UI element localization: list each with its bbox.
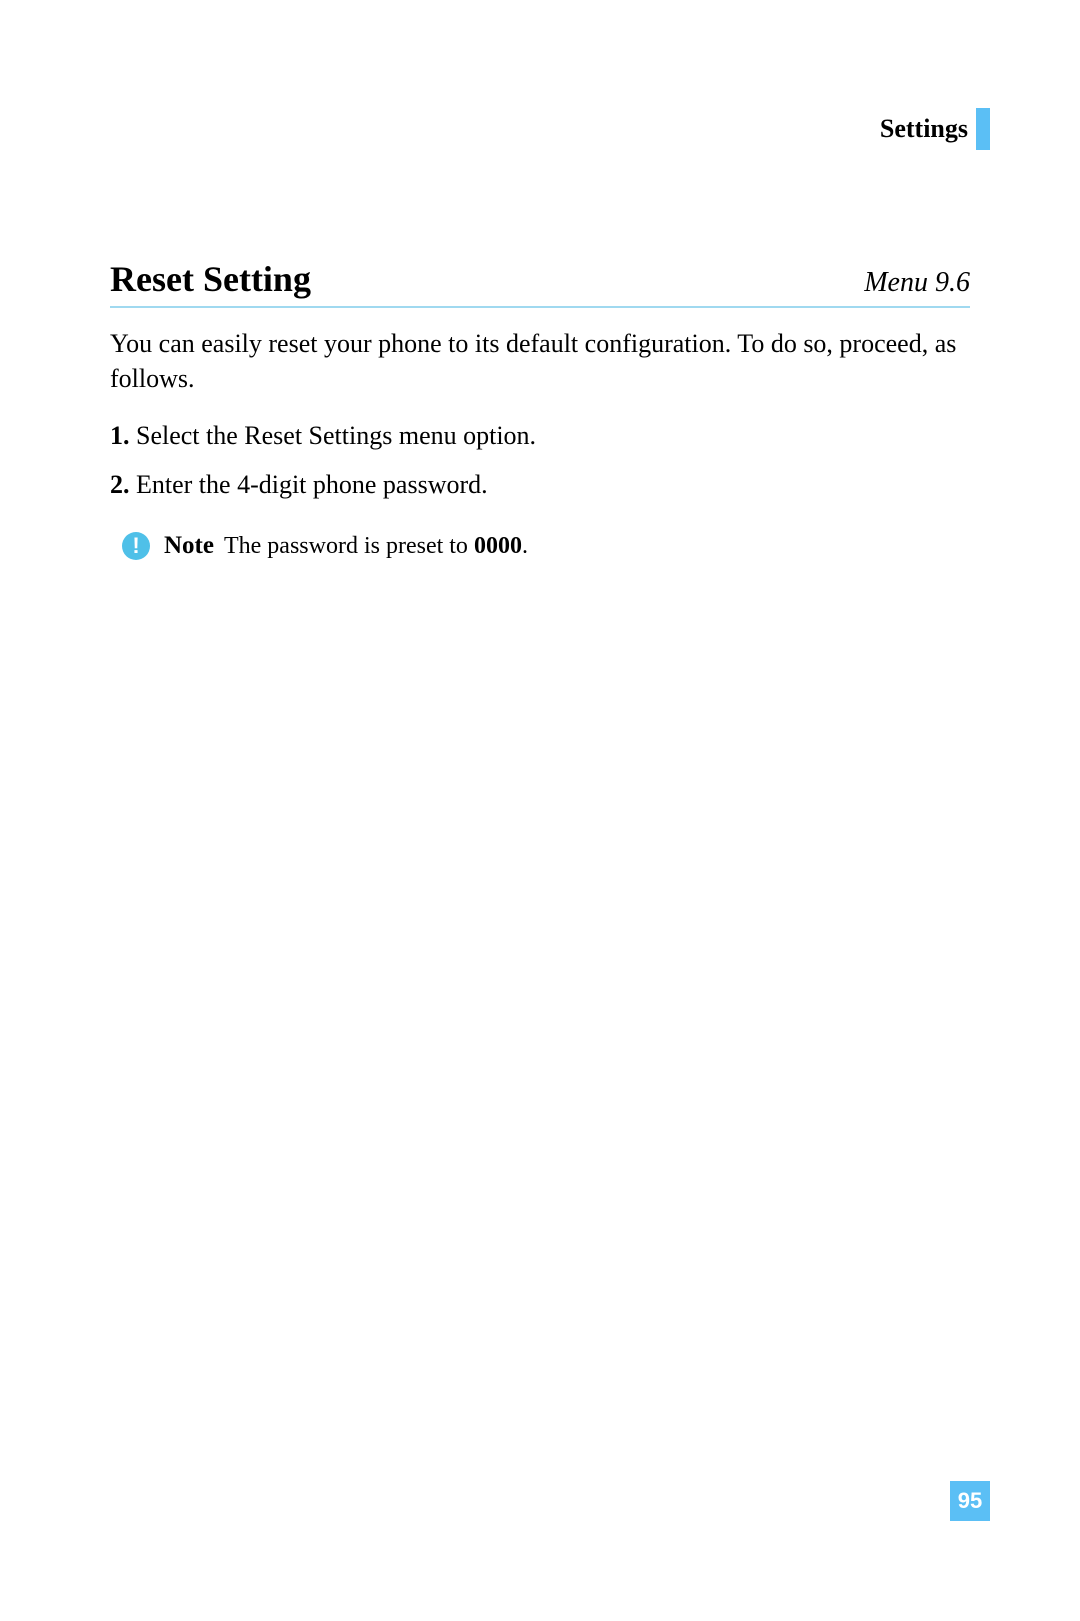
note-row: ! Note The password is preset to 0000. xyxy=(122,532,970,560)
header-accent-bar xyxy=(976,108,990,150)
page-number: 95 xyxy=(950,1481,990,1521)
main-content: Reset Setting Menu 9.6 You can easily re… xyxy=(110,258,970,560)
step-text: Enter the 4-digit phone password. xyxy=(136,470,488,499)
note-text: The password is preset to 0000. xyxy=(224,533,528,560)
alert-icon: ! xyxy=(122,532,150,560)
note-prefix: The password is preset to xyxy=(224,533,474,559)
title-row: Reset Setting Menu 9.6 xyxy=(110,258,970,308)
step-item: 1. Select the Reset Settings menu option… xyxy=(110,418,970,453)
note-bold: 0000 xyxy=(474,533,522,559)
header-label: Settings xyxy=(880,114,968,144)
step-number: 2. xyxy=(110,470,130,499)
step-number: 1. xyxy=(110,421,130,450)
menu-label: Menu 9.6 xyxy=(864,267,970,299)
steps-list: 1. Select the Reset Settings menu option… xyxy=(110,418,970,502)
section-title: Reset Setting xyxy=(110,258,311,300)
header-section: Settings xyxy=(880,108,990,150)
step-item: 2. Enter the 4-digit phone password. xyxy=(110,467,970,502)
note-label: Note xyxy=(164,532,214,560)
note-suffix: . xyxy=(522,533,528,559)
step-text: Select the Reset Settings menu option. xyxy=(136,421,536,450)
intro-text: You can easily reset your phone to its d… xyxy=(110,326,970,396)
